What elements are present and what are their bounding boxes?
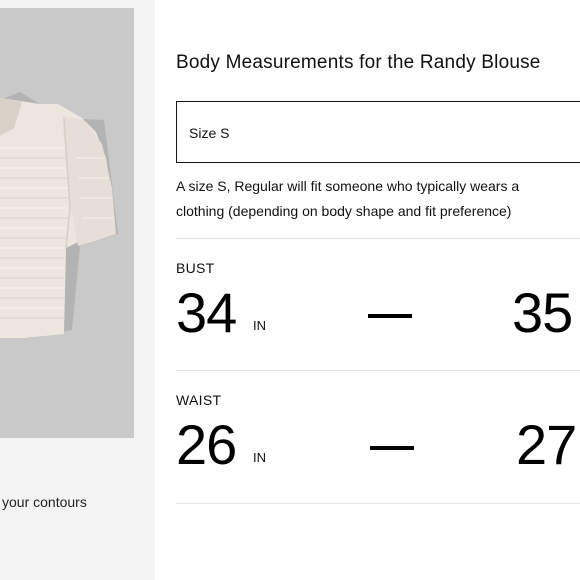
divider (176, 370, 580, 371)
bust-min-value: 34 (176, 281, 237, 344)
blouse-image (0, 8, 134, 438)
waist-measurement: WAIST 26 IN 27 (176, 392, 580, 502)
page-title: Body Measurements for the Randy Blouse (176, 52, 541, 73)
waist-max-value: 27 (516, 413, 577, 476)
waist-min-value: 26 (176, 413, 237, 476)
size-select-value: Size S (189, 125, 230, 141)
size-description-line-1: A size S, Regular will fit someone who t… (176, 178, 520, 194)
divider (176, 503, 580, 504)
product-image[interactable] (0, 8, 134, 438)
bust-max-value: 35 (512, 281, 573, 344)
left-panel: your contours (0, 0, 155, 580)
bust-min-unit: IN (253, 318, 266, 333)
size-select[interactable]: Size S (176, 101, 580, 163)
waist-min-unit: IN (253, 450, 266, 465)
size-guide-caption: your contours (2, 494, 87, 510)
divider (176, 238, 580, 239)
bust-label: BUST (176, 260, 215, 276)
size-description: A size S, Regular will fit someone who t… (176, 174, 519, 224)
dash-icon (368, 314, 412, 318)
dash-icon (370, 446, 414, 450)
measurements-panel: Body Measurements for the Randy Blouse S… (176, 0, 580, 580)
size-description-line-2: clothing (depending on body shape and fi… (176, 203, 512, 219)
waist-label: WAIST (176, 392, 222, 408)
bust-measurement: BUST 34 IN 35 (176, 260, 580, 370)
